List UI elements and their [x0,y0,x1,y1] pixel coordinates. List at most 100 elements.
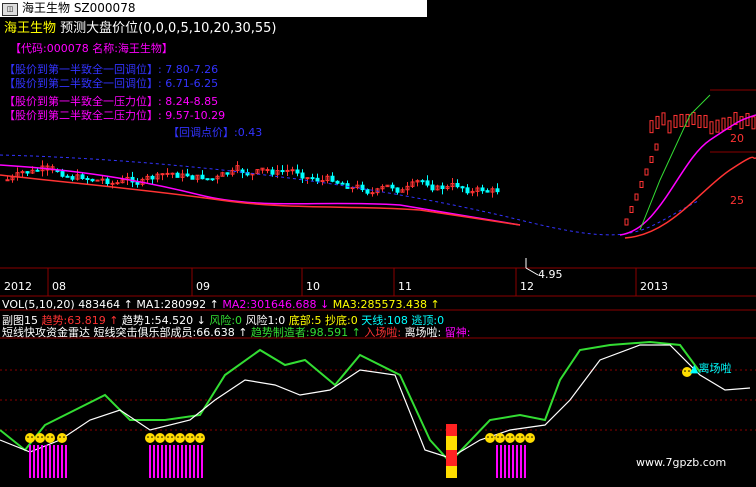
smiley-icon [35,433,45,443]
candle-body [115,182,120,185]
smiley-icon [161,436,163,438]
smiley-icon [505,433,515,443]
smiley-icon [487,436,489,438]
smiley-icon [57,433,67,443]
smiley-icon [171,436,173,438]
low-price-label: 4.95 [538,268,563,281]
smiley-icon [527,436,529,438]
candle-body [110,182,115,185]
smiley-icon [47,436,49,438]
smiley-icon [185,433,195,443]
smiley-icon [507,436,509,438]
candle-body [370,192,375,195]
smiley-icon [191,436,193,438]
smiley-icon [41,436,43,438]
watermark: www.7gpzb.com [636,456,727,469]
candle-body [175,172,180,178]
smiley-icon [51,436,53,438]
candle-body [634,193,639,201]
candle-body [205,178,210,181]
candle-body [360,184,365,191]
candle-body [150,175,155,180]
candle-body [661,112,666,126]
candle-body [425,180,430,186]
candle-body [739,116,744,130]
smiley-icon [31,436,33,438]
smiley-icon [485,433,495,443]
smiley-icon [515,433,525,443]
date-09: 09 [196,280,210,293]
trend-line [0,340,701,464]
candle-body [715,119,720,133]
candle-body [335,180,340,184]
smiley-icon [175,433,185,443]
candle-body [495,188,500,193]
alert-block [446,424,457,436]
candle-body [295,169,300,174]
candle-body [644,168,649,176]
candle-body [320,180,325,183]
y-label-20: 20 [730,132,744,145]
candle-body [455,182,460,188]
date-11: 11 [398,280,412,293]
candle-body [673,114,678,128]
alert-block [446,466,457,478]
smiley-icon [501,436,503,438]
candle-body [480,187,485,192]
smiley-icon [177,436,179,438]
candle-body [430,184,435,191]
smiley-icon [63,436,65,438]
candle-body [200,174,205,180]
smiley-icon [187,436,189,438]
smiley-icon [684,370,686,372]
exit-label: ▲离场啦 [690,362,732,375]
candle-body [629,206,634,213]
smiley-icon [151,436,153,438]
candle-body [365,189,370,194]
candle-body [300,172,305,179]
candle-body [679,113,684,127]
candle-body [305,177,310,180]
smiley-icon [155,433,165,443]
candle-body [5,179,10,182]
smiley-icon [517,436,519,438]
smiley-icon [195,433,205,443]
candle-body [667,120,672,134]
candle-body [460,186,465,189]
candle-body [35,169,40,172]
candle-body [654,143,659,151]
smiley-icon [59,436,61,438]
candle-body [485,190,490,193]
date-10: 10 [306,280,320,293]
candle-body [624,218,629,226]
smiley-icon [145,433,155,443]
date-2012: 2012 [4,280,32,293]
alert-block [446,436,457,450]
candle-body [170,172,175,175]
smiley-icon [45,433,55,443]
smiley-icon [25,433,35,443]
candle-body [703,114,708,128]
smiley-icon [491,436,493,438]
chart-canvas [0,89,756,478]
candle-body [165,172,170,175]
candle-body [225,172,230,175]
candle-body [340,182,345,185]
smiley-icon [181,436,183,438]
candle-body [649,156,654,163]
smiley-icon [531,436,533,438]
date-12: 12 [520,280,534,293]
candle-body [280,170,285,173]
alert-block [446,450,457,466]
smiley-icon [165,433,175,443]
smiley-icon [37,436,39,438]
smiley-icon [201,436,203,438]
candle-body [330,175,335,182]
candle-body [270,169,275,175]
candle-body [80,174,85,180]
candle-body [210,178,215,181]
date-08: 08 [52,280,66,293]
volume-line: VOL(5,10,20) 483464 ↑ MA1:280992 ↑ MA2:3… [2,298,440,311]
candle-body [709,121,714,135]
candle-body [85,178,90,181]
